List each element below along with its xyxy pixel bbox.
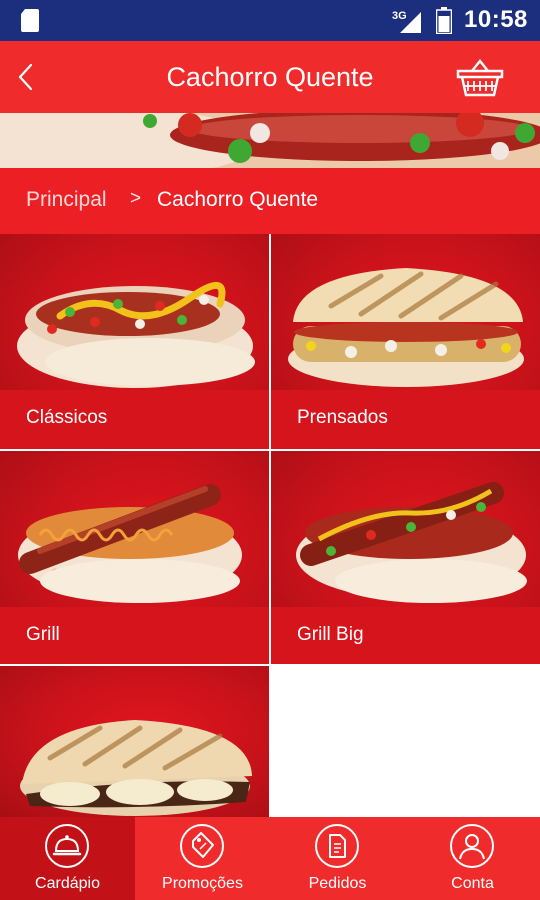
tab-conta[interactable]: Conta [405,817,540,900]
category-tile-classicos[interactable]: Clássicos [0,234,269,449]
tab-label: Cardápio [35,875,100,892]
breadcrumb-current: Cachorro Quente [157,188,319,211]
category-label: Clássicos [26,407,108,428]
tab-cardapio[interactable]: Cardápio [0,817,135,900]
tab-label: Conta [451,875,494,892]
category-tile-grill[interactable]: Grill [0,451,269,664]
category-grid: Clássicos Prensados Grill Grill Big [0,234,540,817]
tab-label: Pedidos [308,875,367,892]
app-bar: Cachorro Quente [0,41,540,113]
category-label: Grill [26,624,60,645]
svg-text:3G: 3G [392,10,407,22]
basket-icon[interactable] [454,57,506,99]
document-icon [315,824,359,868]
tab-label: Promoções [162,875,243,892]
cloche-icon [45,824,89,868]
category-tile-prensados[interactable]: Prensados [271,234,540,449]
price-tag-icon [180,824,224,868]
category-caption: Grill [0,607,269,664]
category-banner [0,113,540,168]
battery-icon [436,7,452,34]
category-label: Prensados [297,407,388,428]
sd-card-icon [21,9,39,32]
category-tile-doce[interactable] [0,666,269,817]
category-label: Grill Big [297,624,364,645]
hotdog-doce-image [20,720,252,816]
category-caption: Clássicos [0,390,269,449]
tab-promocoes[interactable]: Promoções [135,817,270,900]
breadcrumb: Principal > Cachorro Quente [0,168,540,234]
hotdog-grill-image [18,484,242,603]
breadcrumb-separator: > [130,188,142,209]
hotdog-classico-image [17,281,255,388]
hotdog-prensado-image [288,268,524,387]
user-icon [450,824,494,868]
category-caption: Prensados [271,390,540,449]
bottom-nav: Cardápio Promoções Pedidos Conta [0,817,540,900]
banner-image [0,113,540,168]
tab-pedidos[interactable]: Pedidos [270,817,405,900]
signal-icon: 3G [392,10,421,33]
hotdog-grill-big-image [296,482,527,603]
status-bar: 3G 10:58 [0,0,540,41]
category-caption: Grill Big [271,607,540,664]
breadcrumb-home-link[interactable]: Principal [26,188,107,212]
status-clock: 10:58 [464,6,528,33]
category-tile-grill-big[interactable]: Grill Big [271,451,540,664]
